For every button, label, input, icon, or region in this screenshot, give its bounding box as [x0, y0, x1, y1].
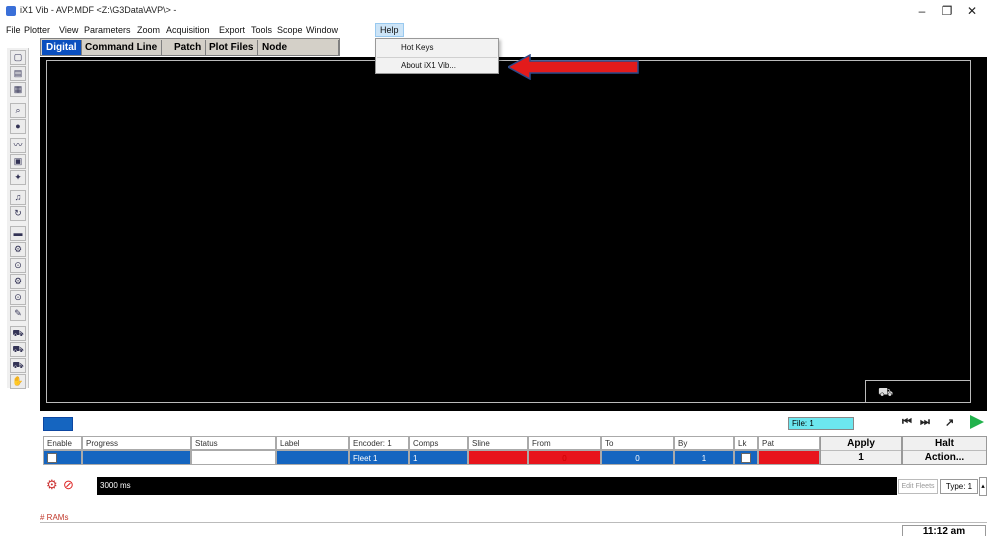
apply-button[interactable]: Apply 1 [820, 436, 902, 465]
tab-node-schedule[interactable]: Node Schedule [258, 40, 339, 68]
close-button[interactable]: ✕ [958, 2, 986, 20]
edit-fleets-button[interactable]: Edit Fleets [898, 479, 938, 494]
menu-tools[interactable]: Tools [247, 23, 276, 37]
col-pat: Pat [758, 436, 820, 450]
cell-enable[interactable] [43, 450, 82, 465]
cell-pat [758, 450, 820, 465]
time-display: 3000 ms [97, 477, 897, 495]
col-lk: Lk [734, 436, 758, 450]
app-icon [6, 6, 16, 16]
cell-label [276, 450, 349, 465]
halt-button[interactable]: Halt Action... [902, 436, 987, 465]
type-stepper[interactable]: ▴ [979, 477, 987, 496]
col-encoder: Encoder: 1 [349, 436, 409, 450]
vibrator-icon[interactable]: ⚙ [10, 274, 26, 289]
col-to: To [601, 436, 674, 450]
type-field[interactable]: Type: 1 [940, 479, 978, 494]
cell-by: 1 [674, 450, 734, 465]
play-icon[interactable] [970, 415, 984, 429]
plot-area[interactable]: ⛟ [40, 57, 987, 411]
rams-label: # RAMs [40, 513, 69, 522]
status-divider [40, 522, 987, 523]
tab-plot-files[interactable]: Plot Files [205, 40, 259, 55]
left-toolbar: ▢ ▤ ▦ ⌕ ● 〰 ▣ ✦ ♫ ↻ ▬ ⚙ ⊙ ⚙ ⊙ ✎ ⛟ ⛟ ⛟ ✋ [7, 48, 29, 389]
menu-item-about[interactable]: About iX1 Vib... [377, 57, 497, 73]
col-comps: Comps [409, 436, 468, 450]
menu-view[interactable]: View [55, 23, 82, 37]
col-sline: Sline [468, 436, 528, 450]
tab-command-line[interactable]: Command Line [81, 40, 163, 55]
action-button[interactable]: Action... [903, 451, 986, 465]
open-folder-icon[interactable]: ▤ [10, 66, 26, 81]
tab-patch[interactable]: Patch [170, 40, 207, 55]
cell-sline [468, 450, 528, 465]
col-status: Status [191, 436, 276, 450]
waveform-icon[interactable]: 〰 [10, 138, 26, 153]
new-file-icon[interactable]: ▢ [10, 50, 26, 65]
cell-status [191, 450, 276, 465]
gray-block-icon[interactable]: ▬ [10, 226, 26, 241]
title-bar: iX1 Vib - AVP.MDF <Z:\G3Data\AVP\> - – ❐… [0, 0, 987, 22]
red-arrow-annotation [508, 54, 639, 80]
col-label: Label [276, 436, 349, 450]
cell-encoder: Fleet 1 [349, 450, 409, 465]
apply-value: 1 [858, 452, 864, 463]
menu-help[interactable]: Help [375, 23, 404, 37]
skip-forward-icon[interactable]: ⏭ [920, 416, 930, 429]
halt-label: Halt [903, 437, 986, 451]
printer-icon[interactable]: ▦ [10, 82, 26, 97]
col-enable: Enable [43, 436, 82, 450]
window-title: iX1 Vib - AVP.MDF <Z:\G3Data\AVP\> - [20, 5, 177, 15]
refresh-icon[interactable]: ↻ [10, 206, 26, 221]
monitor-icon[interactable]: ▣ [10, 154, 26, 169]
status-panel: File: 1 ⏮ ⏭ ↗ Enable Progress Status Lab… [40, 411, 987, 536]
enable-checkbox[interactable] [47, 453, 57, 463]
no-entry-icon[interactable]: ⊘ [63, 477, 74, 493]
edit-graph-icon[interactable]: ↗ [945, 416, 954, 429]
menu-export[interactable]: Export [215, 23, 249, 37]
link-icon[interactable]: ⊙ [10, 290, 26, 305]
link-icon[interactable]: ⊙ [10, 258, 26, 273]
help-dropdown: Hot Keys About iX1 Vib... [375, 38, 499, 74]
spectrum-icon[interactable]: ✦ [10, 170, 26, 185]
cell-progress [82, 450, 191, 465]
file-indicator: File: 1 [788, 417, 854, 430]
fleet-icon[interactable]: ⛟ [10, 326, 26, 341]
cell-from: 0 [528, 450, 601, 465]
col-progress: Progress [82, 436, 191, 450]
menu-parameters[interactable]: Parameters [80, 23, 135, 37]
menu-bar: File Plotter View Parameters Zoom Acquis… [0, 22, 987, 38]
fleet-icon[interactable]: ⛟ [10, 342, 26, 357]
maximize-button[interactable]: ❐ [933, 2, 961, 20]
cell-to: 0 [601, 450, 674, 465]
menu-acquisition[interactable]: Acquisition [162, 23, 214, 37]
plot-frame [46, 60, 971, 403]
selection-indicator[interactable] [43, 417, 73, 431]
signal-icon[interactable]: ♫ [10, 190, 26, 205]
menu-item-hot-keys[interactable]: Hot Keys [377, 40, 497, 56]
menu-window[interactable]: Window [302, 23, 342, 37]
fleet-link-icon[interactable]: ⚙ [46, 477, 58, 493]
menu-plotter[interactable]: Plotter [20, 23, 54, 37]
col-by: By [674, 436, 734, 450]
apply-label: Apply [821, 437, 901, 451]
tab-digital[interactable]: Digital [42, 40, 82, 55]
magnifier-icon[interactable]: ⌕ [10, 103, 26, 118]
cell-lk[interactable] [734, 450, 758, 465]
edit-icon[interactable]: ✎ [10, 306, 26, 321]
skip-back-icon[interactable]: ⏮ [902, 416, 912, 429]
vibrator-truck-icon: ⛟ [878, 385, 894, 399]
minimize-button[interactable]: – [908, 2, 936, 20]
tab-strip: Digital Command Line Patch Plot Files No… [40, 38, 340, 68]
lk-checkbox[interactable] [741, 453, 751, 463]
clock: 11:12 am [902, 525, 986, 536]
cell-comps: 1 [409, 450, 468, 465]
col-from: From [528, 436, 601, 450]
lightbulb-icon[interactable]: ● [10, 119, 26, 134]
vibrator-icon[interactable]: ⚙ [10, 242, 26, 257]
fleet-icon[interactable]: ⛟ [10, 358, 26, 373]
menu-zoom[interactable]: Zoom [133, 23, 164, 37]
stop-icon[interactable]: ✋ [10, 374, 26, 389]
